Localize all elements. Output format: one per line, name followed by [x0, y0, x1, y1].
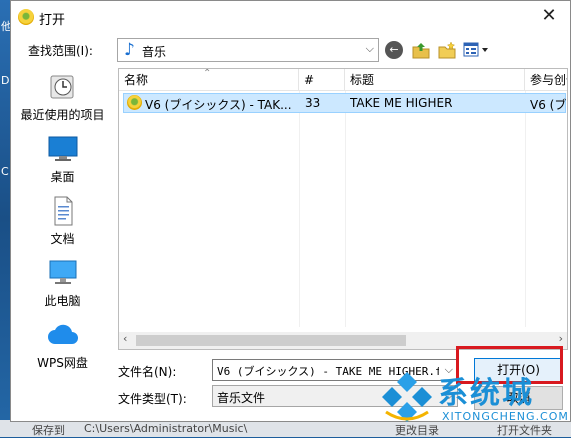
sort-caret-icon: ⌃	[203, 69, 212, 79]
list-header: 名称 ⌃ # 标题 参与创作	[119, 69, 567, 91]
column-header-name[interactable]: 名称 ⌃	[119, 69, 299, 91]
wps-cloud-icon	[46, 320, 80, 350]
up-folder-icon[interactable]	[412, 41, 430, 59]
column-header-label: 参与创作	[530, 73, 567, 87]
desktop-icon	[47, 134, 79, 164]
dialog-title: 打开	[39, 13, 66, 28]
look-in-value: 音乐	[142, 45, 167, 59]
column-header-number[interactable]: #	[299, 69, 345, 91]
background-bottom-bar: 保存到 C:\Users\Administrator\Music\ 更改目录 打…	[0, 420, 571, 437]
filetype-value: 音乐文件	[217, 391, 266, 405]
app-logo-icon	[18, 9, 34, 25]
list-item[interactable]: V6 (ブイシックス) - TAK... 33 TAKE ME HIGHER V…	[123, 93, 567, 113]
look-in-dropdown[interactable]: ♪ 音乐 ⌵	[117, 38, 379, 62]
column-header-label: 标题	[350, 73, 375, 87]
chevron-down-icon[interactable]: ⌵	[445, 363, 453, 377]
place-wps-cloud[interactable]: WPS网盘	[14, 320, 111, 371]
open-button[interactable]: 打开(O)	[474, 358, 563, 382]
view-menu-icon[interactable]	[463, 41, 491, 59]
recent-items-icon	[47, 72, 79, 102]
places-bar: 最近使用的项目 桌面 文档 此电脑 WPS网盘	[14, 66, 111, 406]
place-desktop[interactable]: 桌面	[14, 134, 111, 185]
place-label: 最近使用的项目	[20, 108, 105, 122]
place-label: 文档	[50, 232, 75, 246]
place-label: 此电脑	[44, 294, 81, 308]
scroll-right-icon[interactable]: ›	[559, 332, 563, 345]
audio-file-icon	[127, 95, 142, 110]
place-recent-items[interactable]: 最近使用的项目	[14, 72, 111, 123]
filename-value: V6 (ブイシックス) - TAKE ME HIGHER.fl	[217, 365, 439, 378]
chevron-down-icon: ⌵	[365, 42, 374, 55]
column-header-label: #	[304, 73, 315, 87]
this-pc-icon	[47, 258, 79, 288]
look-in-label: 查找范围(I):	[28, 44, 93, 58]
background-glyph: C	[1, 165, 9, 178]
new-folder-icon[interactable]	[438, 41, 456, 59]
place-label: WPS网盘	[37, 356, 88, 370]
track-number: 33	[305, 96, 321, 110]
filetype-label: 文件类型(T):	[118, 392, 187, 406]
change-dir-button[interactable]: 更改目录	[395, 422, 439, 438]
file-name: V6 (ブイシックス) - TAK...	[145, 98, 292, 112]
horizontal-scrollbar[interactable]: ‹ ›	[119, 332, 567, 349]
documents-icon	[47, 196, 79, 226]
place-this-pc[interactable]: 此电脑	[14, 258, 111, 309]
filetype-dropdown[interactable]: 音乐文件 ⌵	[212, 385, 458, 407]
column-divider	[299, 91, 300, 327]
chevron-down-icon: ⌵	[444, 389, 453, 402]
place-label: 桌面	[50, 170, 75, 184]
save-path-text: C:\Users\Administrator\Music\	[84, 422, 248, 435]
column-divider	[345, 91, 346, 327]
background-glyph: D	[1, 74, 10, 87]
filename-label: 文件名(N):	[118, 365, 177, 379]
column-header-label: 名称	[124, 73, 149, 87]
column-divider	[525, 91, 526, 327]
filename-input[interactable]: V6 (ブイシックス) - TAKE ME HIGHER.fl ⌵	[212, 359, 458, 381]
track-artist: V6 (ブイ	[530, 98, 567, 112]
file-list[interactable]: 名称 ⌃ # 标题 参与创作 V6 (ブイシックス) - TAK... 33 T…	[118, 68, 568, 350]
open-file-dialog: 打开 ✕ 查找范围(I): ♪ 音乐 ⌵ ← 最近使用的项目 桌面 文档 此电脑…	[10, 0, 571, 422]
save-to-label: 保存到	[32, 424, 65, 437]
open-folder-button[interactable]: 打开文件夹	[497, 422, 552, 438]
title-bar[interactable]: 打开 ✕	[11, 1, 570, 33]
music-note-icon: ♪	[124, 40, 135, 60]
column-header-artist[interactable]: 参与创作	[525, 69, 567, 91]
scroll-left-icon[interactable]: ‹	[123, 332, 127, 345]
place-documents[interactable]: 文档	[14, 196, 111, 247]
track-title: TAKE ME HIGHER	[350, 96, 453, 110]
back-arrow-icon[interactable]: ←	[385, 41, 403, 59]
cancel-button[interactable]: 取消	[474, 386, 563, 410]
close-button[interactable]: ✕	[538, 5, 560, 26]
scrollbar-thumb[interactable]	[136, 335, 406, 346]
column-header-title[interactable]: 标题	[345, 69, 525, 91]
